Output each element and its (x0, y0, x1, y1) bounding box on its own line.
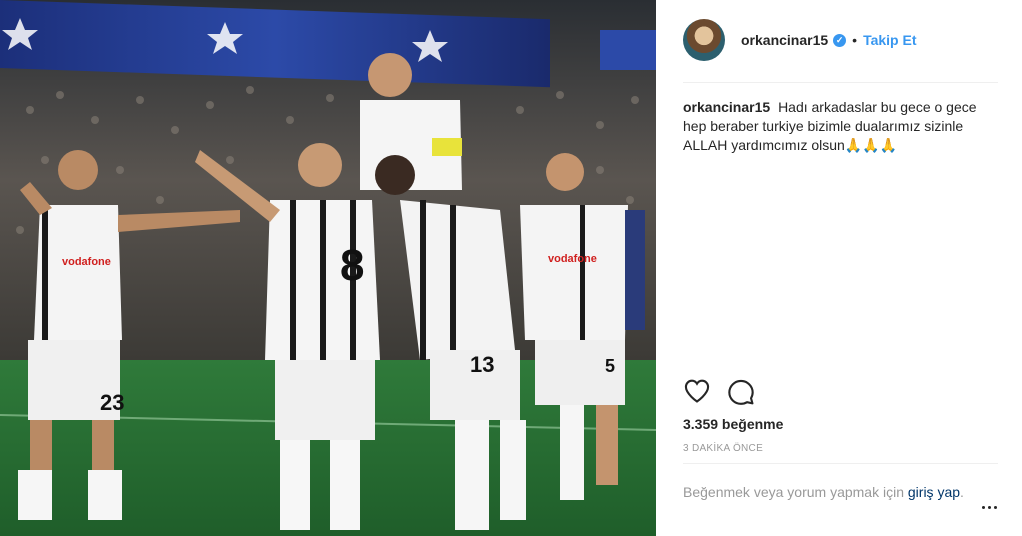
username-link[interactable]: orkancinar15 (741, 32, 828, 48)
jersey-number: 5 (605, 356, 615, 376)
divider (683, 463, 998, 464)
heart-icon[interactable] (683, 377, 711, 405)
follow-button[interactable]: Takip Et (863, 32, 916, 48)
post-photo[interactable]: 23 vodafone 8 13 vodafone 5 (0, 0, 656, 536)
post-header: orkancinar15 ✓ • Takip Et (683, 18, 998, 62)
divider (683, 82, 998, 83)
like-count[interactable]: 3.359 beğenme (683, 416, 783, 432)
login-prompt: Beğenmek veya yorum yapmak için giriş ya… (683, 482, 973, 502)
post-sidebar: orkancinar15 ✓ • Takip Et orkancinar15 H… (657, 0, 1022, 536)
separator-dot: • (852, 32, 858, 48)
more-options-icon[interactable] (979, 497, 999, 517)
photo-scene: 23 vodafone 8 13 vodafone 5 (0, 0, 656, 536)
jersey-number: 8 (340, 241, 364, 290)
avatar[interactable] (683, 19, 725, 61)
jersey-number: 23 (100, 390, 124, 415)
comment-icon[interactable] (727, 377, 755, 405)
jersey-number: 13 (470, 352, 494, 377)
login-prompt-text: Beğenmek veya yorum yapmak için (683, 484, 904, 500)
action-bar (683, 376, 771, 406)
post-caption: orkancinar15 Hadı arkadaslar bu gece o g… (683, 98, 1003, 155)
caption-username-link[interactable]: orkancinar15 (683, 99, 770, 115)
login-prompt-suffix: . (960, 484, 964, 500)
login-link[interactable]: giriş yap (908, 484, 960, 500)
post-timestamp[interactable]: 3 DAKİKA ÖNCE (683, 443, 763, 454)
verified-badge-icon: ✓ (833, 33, 847, 47)
caption-emoji: 🙏🙏🙏 (844, 137, 898, 153)
sponsor-logo: vodafone (62, 256, 111, 268)
sponsor-logo: vodafone (548, 253, 597, 265)
